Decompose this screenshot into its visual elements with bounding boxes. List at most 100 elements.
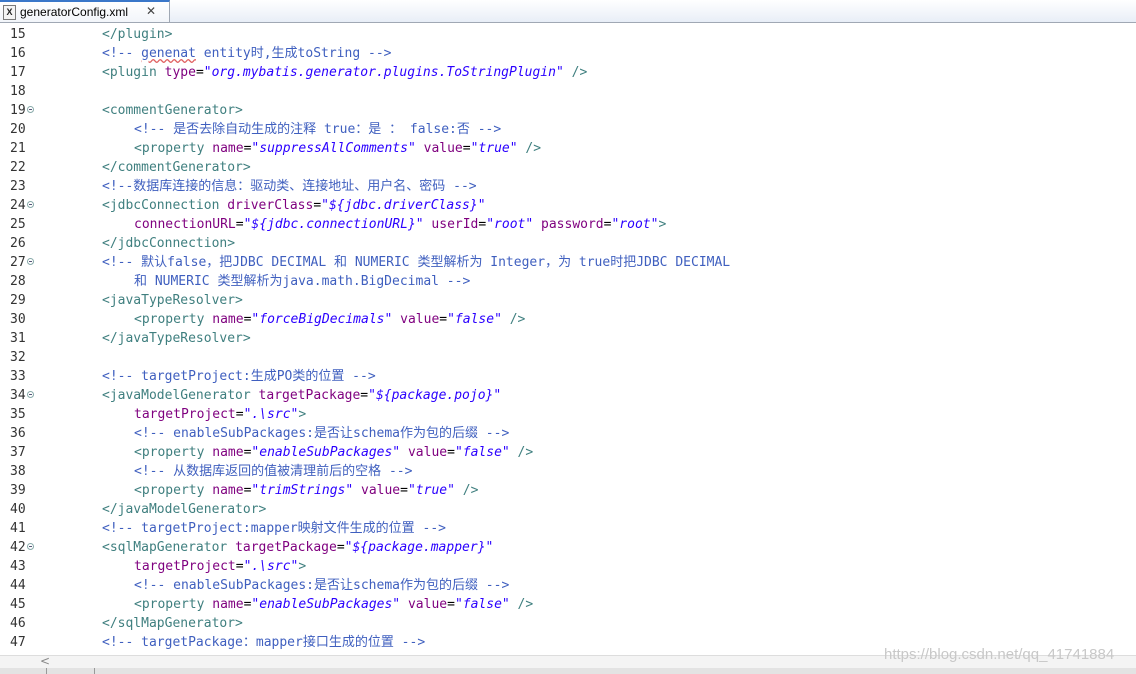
code-token: </sqlMapGenerator> (102, 616, 243, 631)
code-line[interactable]: 46 </sqlMapGenerator> (0, 614, 1136, 633)
code-token: = (336, 540, 345, 555)
code-text: <!--数据库连接的信息：驱动类、连接地址、用户名、密码 --> (102, 177, 477, 196)
code-text: <property name="forceBigDecimals" value=… (134, 310, 525, 329)
line-number: 45 (10, 597, 26, 612)
code-line[interactable]: 37 <property name = "enableSubPackages" val… (0, 443, 1136, 462)
fold-toggle-icon[interactable] (27, 391, 34, 398)
editor-tab-bar: X generatorConfig.xml ✕ (0, 0, 1136, 23)
code-text: </javaTypeResolver> (102, 329, 251, 348)
line-number: 26 (10, 236, 26, 251)
code-line[interactable]: 38 <!-- 从数据库返回的值被清理前后的空格 --> (0, 462, 1136, 481)
code-token: "false" (454, 597, 510, 612)
code-token: value (407, 597, 448, 612)
code-token: > (298, 559, 307, 574)
code-line[interactable]: 29 <javaTypeResolver> (0, 291, 1136, 310)
code-text: <!-- targetPackage：mapper接口生成的位置 --> (102, 633, 425, 652)
code-token: "org.mybatis.generator.plugins.ToStringP… (203, 65, 564, 80)
code-token: = (235, 407, 244, 422)
code-text: <!-- 默认false，把JDBC DECIMAL 和 NUMERIC 类型解… (102, 253, 730, 272)
code-text: <!-- 从数据库返回的值被清理前后的空格 --> (134, 462, 412, 481)
code-line[interactable]: 44 <!-- enableSubPackages:是否让schema作为包的后缀… (0, 576, 1136, 595)
code-token: <commentGenerator> (102, 103, 243, 118)
code-line[interactable]: 20 <!-- 是否去除自动生成的注释 true：是 ： false:否 --> (0, 120, 1136, 139)
code-line[interactable]: 31 </javaTypeResolver> (0, 329, 1136, 348)
code-token: = (462, 141, 471, 156)
line-number: 43 (10, 559, 26, 574)
code-line[interactable]: 16 <!-- genenat entity时,生成toString --> (0, 44, 1136, 63)
code-token: <!-- 默认false，把JDBC DECIMAL 和 NUMERIC 类型解… (102, 255, 731, 270)
fold-toggle-icon[interactable] (27, 106, 34, 113)
code-text: </commentGenerator> (102, 158, 251, 177)
code-text: targetProject=".\src"> (134, 405, 306, 424)
code-line[interactable]: 43 targetProject=".\src"> (0, 557, 1136, 576)
code-line[interactable]: 21 <property name = "suppressAllComments" v… (0, 139, 1136, 158)
line-number: 15 (10, 27, 26, 42)
code-token: <!-- 从数据库返回的值被清理前后的空格 --> (134, 464, 413, 479)
close-icon[interactable]: ✕ (146, 4, 156, 18)
code-line[interactable]: 41 <!-- targetProject:mapper映射文件生成的位置 --> (0, 519, 1136, 538)
code-line[interactable]: 35 targetProject=".\src"> (0, 405, 1136, 424)
code-text: <jdbcConnection driverClass="${jdbc.driv… (102, 196, 486, 215)
code-line[interactable]: 33 <!-- targetProject:生成PO类的位置 --> (0, 367, 1136, 386)
code-token: targetPackage (258, 388, 361, 403)
code-token: <!-- (102, 46, 142, 61)
code-token: name (212, 141, 244, 156)
fold-toggle-icon[interactable] (27, 201, 34, 208)
code-token: targetPackage (235, 540, 337, 555)
code-token: </javaTypeResolver> (102, 331, 251, 346)
code-line[interactable]: 22 </commentGenerator> (0, 158, 1136, 177)
code-token: <property (134, 483, 213, 498)
code-line[interactable]: 42 <sqlMapGenerator targetPackage="${pack… (0, 538, 1136, 557)
code-line[interactable]: 30 <property name = "forceBigDecimals" valu… (0, 310, 1136, 329)
code-token: /> (509, 445, 534, 460)
fold-toggle-icon[interactable] (27, 543, 34, 550)
code-token: <plugin (102, 65, 165, 80)
code-token: 和 NUMERIC 类型解析为java.math.BigDecimal --> (134, 274, 471, 289)
code-line[interactable]: 27 <!-- 默认false，把JDBC DECIMAL 和 NUMERIC 类… (0, 253, 1136, 272)
code-token: connectionURL (134, 217, 236, 232)
code-line[interactable]: 23 <!--数据库连接的信息：驱动类、连接地址、用户名、密码 --> (0, 177, 1136, 196)
status-bar (0, 668, 1136, 674)
code-line[interactable]: 32 (0, 348, 1136, 367)
code-line[interactable]: 34 <javaModelGenerator targetPackage="${p… (0, 386, 1136, 405)
code-line[interactable]: 15 </plugin> (0, 25, 1136, 44)
code-line[interactable]: 26 </jdbcConnection> (0, 234, 1136, 253)
fold-toggle-icon[interactable] (27, 258, 34, 265)
code-token: type (164, 65, 196, 80)
code-token: value (400, 312, 440, 327)
code-text: <!-- genenat entity时,生成toString --> (102, 44, 391, 63)
code-line[interactable]: 28 和 NUMERIC 类型解析为java.math.BigDecimal --… (0, 272, 1136, 291)
code-line[interactable]: 45 <property name = "enableSubPackages" val… (0, 595, 1136, 614)
code-line[interactable]: 40 </javaModelGenerator> (0, 500, 1136, 519)
code-line[interactable]: 24 <jdbcConnection driverClass="${jdbc.dr… (0, 196, 1136, 215)
line-number: 23 (10, 179, 26, 194)
code-token: /> (563, 65, 588, 80)
code-line[interactable]: 25 connectionURL="${jdbc.connectionURL}" … (0, 215, 1136, 234)
code-token: name (212, 445, 244, 460)
code-token: "${jdbc.driverClass}" (321, 198, 486, 213)
code-token: /> (501, 312, 526, 327)
scroll-left-arrow-icon[interactable]: < (40, 654, 50, 668)
code-token: = (400, 483, 408, 498)
code-text: targetProject=".\src"> (134, 557, 306, 576)
code-token: value (407, 445, 448, 460)
code-line[interactable]: 19 <commentGenerator> (0, 101, 1136, 120)
line-number: 19 (10, 103, 26, 118)
code-token: <jdbcConnection (102, 198, 228, 213)
code-text: <property name = "enableSubPackages" value… (134, 443, 533, 462)
code-token: = (360, 388, 369, 403)
line-number: 21 (10, 141, 26, 156)
line-number: 28 (10, 274, 26, 289)
code-token: /> (509, 597, 534, 612)
code-line[interactable]: 39 <property name="trimStrings" value="tr… (0, 481, 1136, 500)
code-line[interactable]: 17 <plugin type="org.mybatis.generator.pl… (0, 63, 1136, 82)
code-token: <!-- targetProject:mapper映射文件生成的位置 --> (102, 521, 446, 536)
code-line[interactable]: 18 (0, 82, 1136, 101)
code-editor[interactable]: 15 </plugin> 16 <!-- genenat entity时,生成toSt… (0, 23, 1136, 655)
tab-generatorconfig-xml[interactable]: X generatorConfig.xml ✕ (0, 0, 170, 22)
code-line[interactable]: 36 <!-- enableSubPackages:是否让schema作为包的后缀… (0, 424, 1136, 443)
line-number: 30 (10, 312, 26, 327)
code-token: <property (134, 141, 213, 156)
